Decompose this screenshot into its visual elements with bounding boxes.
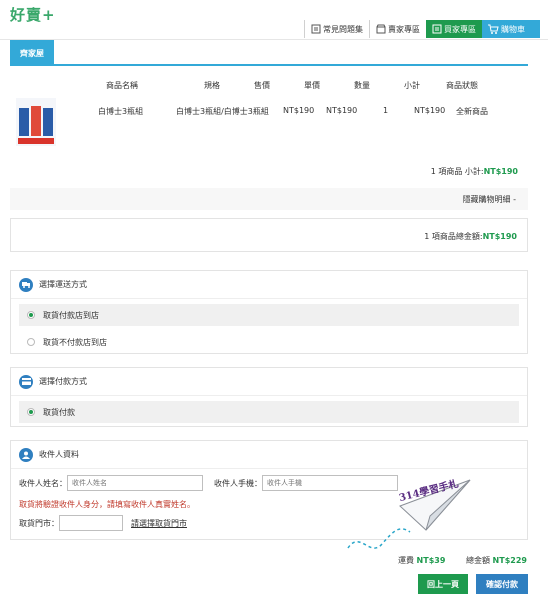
phone-label: 收件人手機： — [214, 478, 262, 488]
product-qty: 1 — [383, 106, 389, 115]
payment-title: 選擇付款方式 — [39, 377, 87, 386]
buyer-icon — [432, 24, 442, 34]
header-status: 商品狀態 — [446, 81, 478, 90]
question-book-icon — [311, 24, 321, 34]
user-icon — [19, 447, 33, 462]
select-store-link[interactable]: 請選擇取貨門市 — [131, 518, 187, 529]
radio-selected[interactable] — [27, 311, 35, 319]
shipping-option-prepaid[interactable]: 取貨不付款店到店 — [19, 331, 519, 353]
product-name: 白博士3瓶組 — [98, 107, 144, 116]
shipping-option-label: 取貨不付款店到店 — [43, 337, 107, 347]
identity-warning: 取貨將驗證收件人身分，請填寫收件人真實姓名。 — [19, 500, 195, 509]
total-label: 總金額 — [466, 556, 490, 565]
header-name: 商品名稱 — [106, 81, 138, 90]
product-unit-price: NT$190 — [326, 106, 358, 115]
radio-selected[interactable] — [27, 408, 35, 416]
faq-link[interactable]: 常見問題集 — [304, 20, 369, 38]
recipient-title: 收件人資料 — [39, 450, 79, 459]
cart-link[interactable]: 購物車 — [482, 20, 540, 38]
buyer-label: 買家專區 — [444, 24, 476, 34]
confirm-pay-button[interactable]: 確認付款 — [476, 574, 528, 594]
recipient-name-input[interactable] — [67, 475, 203, 491]
store-input[interactable] — [59, 515, 123, 531]
cart-icon — [488, 24, 499, 34]
recipient-header: 收件人資料 — [11, 441, 527, 469]
grand-label: 1 項商品總金額: — [424, 232, 483, 241]
grand-total-line: 1 項商品總金額:NT$190 — [424, 231, 517, 242]
name-label: 收件人姓名： — [19, 478, 67, 488]
shop-bar: 齊家屋 — [10, 40, 528, 66]
back-button[interactable]: 回上一頁 — [418, 574, 468, 594]
hide-detail-bar: 隱藏購物明細 - — [10, 188, 528, 210]
hide-detail-toggle[interactable]: 隱藏購物明細 - — [463, 194, 516, 205]
shipping-header: 選擇運送方式 — [11, 271, 527, 299]
shipping-panel: 選擇運送方式 取貨付款店到店 取貨不付款店到店 — [10, 270, 528, 354]
payment-icon — [19, 374, 33, 389]
seller-link[interactable]: 賣家專區 — [369, 20, 426, 38]
product-price: NT$190 — [283, 106, 315, 115]
header-qty: 數量 — [354, 81, 370, 90]
header-subtotal: 小計 — [404, 81, 420, 90]
shop-tab[interactable]: 齊家屋 — [10, 40, 54, 66]
total-amount: 總金額 NT$229 — [466, 555, 527, 566]
site-logo[interactable]: 好賣+ — [10, 4, 56, 25]
cart-label: 購物車 — [501, 24, 525, 34]
product-table: 商品名稱 規格 售價 單價 數量 小計 商品狀態 白博士3瓶組 白博士3瓶組/白… — [10, 70, 528, 150]
shipping-option-label: 取貨付款店到店 — [43, 310, 99, 320]
buyer-link[interactable]: 買家專區 — [426, 20, 482, 38]
payment-header: 選擇付款方式 — [11, 368, 527, 396]
logo-plus: + — [42, 6, 56, 24]
product-status: 全新商品 — [456, 107, 488, 116]
product-image[interactable] — [16, 98, 56, 146]
truck-icon — [19, 277, 33, 292]
subtotal-line: 1 項商品 小計:NT$190 — [431, 166, 518, 177]
payment-option-label: 取貨付款 — [43, 407, 75, 417]
payment-panel: 選擇付款方式 取貨付款 — [10, 367, 528, 427]
radio-unselected[interactable] — [27, 338, 35, 346]
store-row: 取貨門市： 請選擇取貨門市 — [19, 515, 187, 531]
grand-total-box: 1 項商品總金額:NT$190 — [10, 218, 528, 252]
payment-option-cod[interactable]: 取貨付款 — [19, 401, 519, 423]
store-label: 取貨門市： — [19, 518, 59, 528]
product-spec: 白博士3瓶組/白博士3瓶組 — [176, 107, 269, 116]
store-icon — [376, 24, 386, 34]
name-row: 收件人姓名： — [19, 475, 203, 491]
shipping-title: 選擇運送方式 — [39, 280, 87, 289]
seller-label: 賣家專區 — [388, 24, 420, 34]
shipping-fee: 運費 NT$39 — [398, 555, 445, 566]
shipping-option-cod[interactable]: 取貨付款店到店 — [19, 304, 519, 326]
header-price: 售價 — [254, 81, 270, 90]
top-bar: 好賣+ 常見問題集 賣家專區 買家專區 購物車 — [0, 0, 548, 40]
logo-text: 好賣 — [10, 6, 43, 24]
faq-label: 常見問題集 — [323, 24, 363, 34]
subtotal-value: NT$190 — [483, 167, 518, 176]
grand-value: NT$190 — [482, 232, 517, 241]
total-value: NT$229 — [492, 556, 527, 565]
ship-label: 運費 — [398, 556, 414, 565]
subtotal-label: 1 項商品 小計: — [430, 167, 484, 176]
top-links: 常見問題集 賣家專區 買家專區 購物車 — [304, 20, 540, 38]
product-subtotal: NT$190 — [414, 106, 446, 115]
ship-value: NT$39 — [416, 556, 446, 565]
header-spec: 規格 — [204, 81, 220, 90]
header-unit: 單價 — [304, 81, 320, 90]
